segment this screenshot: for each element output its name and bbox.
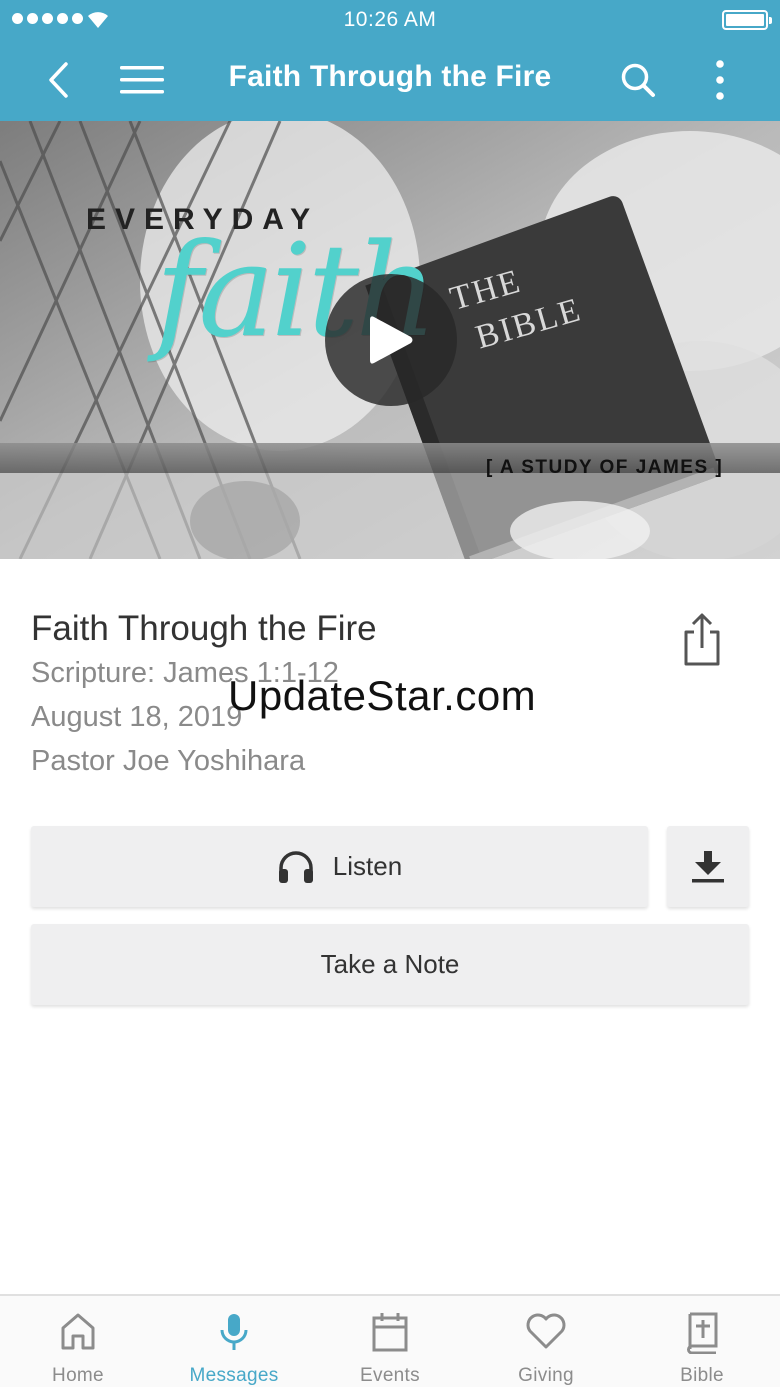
hamburger-menu-icon [120, 66, 164, 94]
vertical-dots-icon [716, 60, 724, 100]
take-note-label: Take a Note [320, 949, 460, 979]
headphones-icon [278, 850, 313, 883]
listen-button[interactable]: Listen [31, 826, 648, 907]
download-icon [692, 850, 724, 882]
bible-icon [687, 1312, 718, 1354]
tab-label: Home [52, 1365, 104, 1386]
share-button[interactable] [680, 612, 724, 668]
search-icon [621, 63, 655, 97]
tab-bar: Home Messages Events Giving Bible [0, 1294, 780, 1387]
status-bar: 10:26 AM [0, 0, 780, 40]
play-icon [370, 316, 413, 364]
back-button[interactable] [30, 52, 86, 108]
battery-icon [722, 10, 772, 30]
listen-label: Listen [332, 851, 403, 881]
tab-messages[interactable]: Messages [156, 1296, 312, 1387]
more-options-button[interactable] [692, 52, 748, 108]
calendar-icon [372, 1313, 408, 1352]
microphone-icon [220, 1314, 248, 1350]
series-subtitle: [ A STUDY OF JAMES ] [486, 457, 724, 478]
status-time: 10:26 AM [343, 8, 437, 31]
page-title: Faith Through the Fire [228, 60, 552, 93]
search-button[interactable] [610, 52, 666, 108]
tab-label: Giving [518, 1365, 574, 1386]
take-note-button[interactable]: Take a Note [31, 924, 749, 1005]
tab-bible[interactable]: Bible [624, 1296, 780, 1387]
menu-button[interactable] [114, 52, 170, 108]
watermark-text: UpdateStar.com [228, 672, 537, 719]
message-speaker: Pastor Joe Yoshihara [31, 745, 306, 777]
chevron-left-icon [49, 62, 68, 98]
message-title: Faith Through the Fire [31, 609, 377, 648]
heart-icon [526, 1313, 566, 1349]
share-icon [684, 613, 720, 666]
tab-label: Messages [189, 1365, 279, 1386]
tab-home[interactable]: Home [0, 1296, 156, 1387]
tab-giving[interactable]: Giving [468, 1296, 624, 1387]
play-button[interactable] [325, 274, 457, 406]
series-artwork: EVERYDAY faith THE BIBLE [ A STUDY OF JA… [0, 121, 780, 559]
tab-label: Bible [680, 1365, 724, 1386]
tab-label: Events [360, 1365, 420, 1386]
home-icon [61, 1313, 95, 1350]
tab-events[interactable]: Events [312, 1296, 468, 1387]
nav-bar: Faith Through the Fire [0, 40, 780, 121]
download-button[interactable] [667, 826, 749, 907]
